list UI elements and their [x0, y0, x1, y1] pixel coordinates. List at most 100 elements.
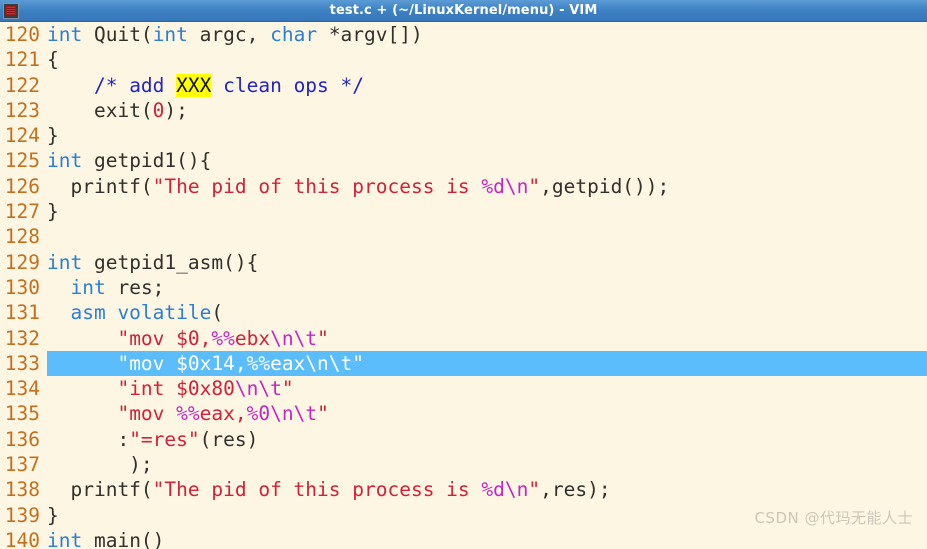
token-str: ": [352, 351, 365, 375]
line-number: 133: [0, 350, 47, 377]
line-number: 122: [0, 72, 47, 98]
line-number: 128: [0, 224, 47, 250]
code-line[interactable]: 134 "int $0x80\n\t": [0, 376, 927, 402]
token-fmt: \n\t: [305, 351, 353, 375]
line-number: 126: [0, 173, 47, 200]
code-line[interactable]: 123 exit(0);: [0, 97, 927, 124]
code-line[interactable]: 131 asm volatile(: [0, 300, 927, 326]
line-text: exit(0);: [47, 98, 927, 123]
token-plain: ,res);: [540, 478, 611, 502]
line-number: 134: [0, 376, 47, 402]
token-cmt: clean ops */: [211, 73, 365, 97]
line-number: 131: [0, 300, 47, 326]
code-line[interactable]: 133 "mov $0x14,%%eax\n\t": [0, 350, 927, 377]
token-str: "mov $0,: [117, 326, 212, 350]
token-str: "mov $0x14,: [117, 351, 247, 375]
code-line[interactable]: 128: [0, 224, 927, 250]
token-plain: }: [47, 200, 59, 224]
token-fmt: %%: [211, 326, 235, 350]
token-plain: *argv[]): [317, 23, 423, 46]
code-line[interactable]: 127}: [0, 199, 927, 225]
line-text: {: [47, 47, 927, 72]
token-str: "int $0x80: [117, 377, 235, 401]
token-kw: char: [270, 23, 318, 46]
token-str: ": [528, 174, 541, 198]
token-todo: XXX: [176, 73, 212, 97]
code-line[interactable]: 125 int getpid1(){: [0, 148, 927, 174]
token-fmt: %d\n: [481, 174, 529, 198]
line-text: );: [47, 452, 927, 477]
line-number: 138: [0, 477, 47, 503]
code-line[interactable]: 126 printf("The pid of this process is %…: [0, 173, 927, 200]
token-fmt: %%: [176, 402, 200, 426]
token-plain: exit(: [47, 98, 153, 122]
token-str: "The pid of this process is: [152, 478, 482, 502]
token-plain: );: [47, 453, 153, 477]
token-kw: asm volatile: [70, 301, 212, 325]
token-plain: printf(: [47, 174, 153, 198]
line-text: int res;: [47, 275, 927, 300]
token-kw: int: [47, 149, 83, 173]
token-kw: int: [47, 528, 83, 549]
line-number: 140: [0, 527, 47, 549]
line-number: 132: [0, 325, 47, 351]
token-str: ": [281, 377, 294, 401]
line-text: "mov $0,%%ebx\n\t": [47, 326, 927, 351]
token-str: "=res": [129, 427, 200, 451]
vim-icon-glyph: [6, 6, 16, 15]
token-kw: int: [47, 250, 83, 274]
line-text: "mov %%eax,%0\n\t": [47, 401, 927, 426]
token-kw: int: [47, 23, 83, 46]
line-number: 139: [0, 502, 47, 528]
token-plain: Quit(: [82, 23, 153, 46]
line-number: 136: [0, 426, 47, 453]
token-str: ": [317, 402, 329, 426]
token-plain: argc,: [187, 23, 271, 46]
token-str: "The pid of this process is: [152, 174, 482, 198]
line-number: 127: [0, 199, 47, 225]
code-line[interactable]: 137 );: [0, 452, 927, 478]
line-number: 120: [0, 22, 47, 48]
token-plain: printf(: [47, 478, 153, 502]
code-line[interactable]: 135 "mov %%eax,%0\n\t": [0, 401, 927, 427]
line-number: 123: [0, 97, 47, 124]
code-line[interactable]: 129 int getpid1_asm(){: [0, 249, 927, 275]
token-plain: {: [47, 48, 59, 72]
code-line[interactable]: 122 /* add XXX clean ops */: [0, 72, 927, 98]
token-str: eax: [270, 351, 306, 375]
code-line[interactable]: 120 int Quit(int argc, char *argv[]): [0, 22, 927, 48]
code-line[interactable]: 132 "mov $0,%%ebx\n\t": [0, 325, 927, 351]
code-line[interactable]: 124}: [0, 123, 927, 149]
vim-window: test.c + (~/LinuxKernel/menu) - VIM 120 i…: [0, 0, 927, 549]
line-text: }: [47, 199, 927, 224]
token-plain: res;: [105, 275, 165, 299]
line-text: printf("The pid of this process is %d\n"…: [47, 477, 927, 502]
token-plain: :: [47, 427, 130, 451]
token-plain: (: [211, 301, 224, 325]
line-number: 130: [0, 274, 47, 301]
code-line[interactable]: 121{: [0, 47, 927, 73]
code-line[interactable]: 139}: [0, 502, 927, 528]
token-plain: getpid1(){: [82, 149, 212, 173]
vim-icon: [3, 2, 19, 19]
code-line[interactable]: 140 int main(): [0, 527, 927, 549]
token-fmt: %%: [246, 351, 271, 375]
line-text: int main(): [47, 528, 927, 549]
code-line[interactable]: 138 printf("The pid of this process is %…: [0, 477, 927, 503]
code-editor[interactable]: 120 int Quit(int argc, char *argv[]) 121{1…: [0, 22, 927, 549]
code-line[interactable]: 130 int res;: [0, 274, 927, 301]
token-plain: ,getpid());: [540, 174, 670, 198]
line-text: /* add XXX clean ops */: [47, 73, 927, 98]
line-text: int Quit(int argc, char *argv[]): [47, 22, 927, 47]
line-number: 129: [0, 249, 47, 275]
token-fmt: \n\t: [234, 377, 282, 401]
line-text: "int $0x80\n\t": [47, 376, 927, 401]
line-text: }: [47, 503, 927, 528]
code-line[interactable]: 136 :"=res"(res): [0, 426, 927, 453]
